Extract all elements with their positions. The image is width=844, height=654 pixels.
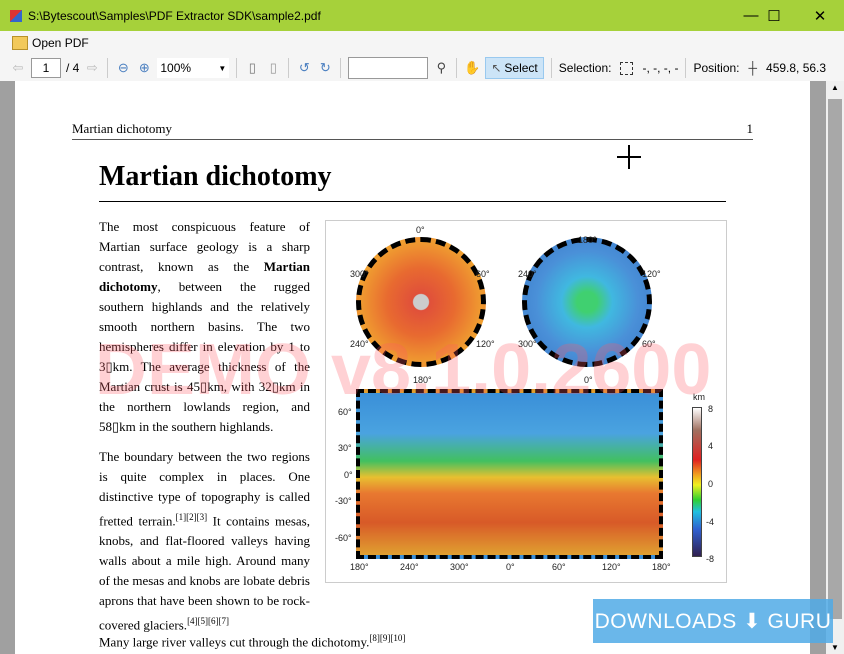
zoom-out-icon[interactable]: ⊖ bbox=[115, 60, 131, 76]
crosshair-icon: ┼ bbox=[748, 61, 758, 75]
paragraph: Many large river valleys cut through the… bbox=[99, 633, 405, 650]
single-page-icon[interactable]: ▯ bbox=[244, 60, 260, 76]
document-viewer[interactable]: Martian dichotomy 1 Martian dichotomy Th… bbox=[0, 81, 826, 654]
maximize-button[interactable]: ☐ bbox=[751, 0, 797, 31]
selection-rect-icon bbox=[620, 61, 634, 75]
latitude-label: -30° bbox=[335, 496, 352, 506]
separator bbox=[236, 58, 238, 78]
zoom-in-icon[interactable]: ⊕ bbox=[136, 60, 152, 76]
longitude-label: 300° bbox=[450, 562, 469, 572]
latitude-label: 60° bbox=[338, 407, 352, 417]
latitude-label: -60° bbox=[335, 533, 352, 543]
mars-topography-figure: 0° 60° 120° 180° 240° 300° 180° 120° 60°… bbox=[325, 220, 727, 583]
separator bbox=[288, 58, 290, 78]
position-value: 459.8, 56.3 bbox=[766, 61, 827, 75]
search-input[interactable] bbox=[348, 57, 429, 79]
next-page-icon[interactable]: ⇨ bbox=[84, 60, 100, 76]
scale-label: 8 bbox=[708, 404, 714, 414]
open-pdf-button[interactable]: Open PDF bbox=[32, 36, 89, 50]
downloads-guru-logo: DOWNLOADS ⬇ GURU bbox=[593, 599, 833, 643]
page-number-input[interactable]: 1 bbox=[31, 58, 61, 78]
app-icon bbox=[10, 9, 22, 22]
separator bbox=[685, 58, 687, 78]
separator bbox=[107, 58, 109, 78]
longitude-label: 180° bbox=[652, 562, 671, 572]
toolbar: ⇦ 1 / 4 ⇨ ⊖ ⊕ 100% ▼ ▯ ▯ ↺ ↻ ⚲ ✋ ↖ Select … bbox=[0, 55, 844, 81]
zoom-value: 100% bbox=[160, 61, 192, 75]
paragraph: The boundary between the two regions is … bbox=[99, 447, 310, 636]
page-number: 1 bbox=[746, 121, 754, 136]
longitude-label: 60° bbox=[552, 562, 566, 572]
scale-label: -8 bbox=[706, 554, 715, 564]
citation-link[interactable]: [8][9][10] bbox=[369, 633, 405, 643]
title-bar: S:\Bytescout\Samples\PDF Extractor SDK\s… bbox=[0, 0, 844, 31]
polar-label: 120° bbox=[642, 269, 661, 279]
window-title: S:\Bytescout\Samples\PDF Extractor SDK\s… bbox=[28, 8, 321, 23]
text: It contains mesas, knobs, and flat-floor… bbox=[99, 513, 310, 633]
latitude-label: 30° bbox=[338, 443, 352, 453]
separator bbox=[456, 58, 458, 78]
longitude-label: 0° bbox=[506, 562, 515, 572]
crosshair-cursor-icon bbox=[617, 145, 641, 169]
polar-label: 240° bbox=[350, 339, 369, 349]
citation-link[interactable]: [1][2][3] bbox=[176, 512, 207, 522]
paragraph: The most conspicuous feature of Martian … bbox=[99, 217, 310, 437]
previous-page-icon[interactable]: ⇦ bbox=[10, 60, 26, 76]
polar-label: 300° bbox=[350, 269, 369, 279]
binoculars-icon[interactable]: ⚲ bbox=[433, 60, 449, 76]
longitude-label: 240° bbox=[400, 562, 419, 572]
chevron-down-icon: ▼ bbox=[218, 63, 227, 73]
scroll-down-icon[interactable]: ▼ bbox=[831, 643, 839, 652]
select-label: Select bbox=[504, 61, 538, 75]
vertical-scrollbar[interactable]: ▲ ▼ bbox=[826, 81, 844, 654]
rotate-left-icon[interactable]: ↺ bbox=[296, 60, 312, 76]
polar-label: 0° bbox=[416, 225, 425, 235]
rotate-right-icon[interactable]: ↻ bbox=[317, 60, 333, 76]
selection-value: -, -, -, - bbox=[642, 61, 679, 75]
text: Many large river valleys cut through the… bbox=[99, 634, 370, 650]
polar-label: 180° bbox=[413, 375, 432, 385]
select-tool-button[interactable]: ↖ Select bbox=[485, 57, 544, 79]
pdf-page: Martian dichotomy 1 Martian dichotomy Th… bbox=[15, 81, 810, 654]
text: , between the rugged southern highlands … bbox=[99, 279, 310, 434]
global-topography-map bbox=[356, 389, 663, 559]
position-label: Position: bbox=[693, 61, 740, 75]
open-folder-icon bbox=[12, 36, 28, 50]
scale-unit: km bbox=[693, 392, 705, 402]
scale-label: 0 bbox=[708, 479, 714, 489]
north-polar-map bbox=[356, 237, 486, 367]
selection-label: Selection: bbox=[558, 61, 612, 75]
polar-label: 180° bbox=[578, 235, 597, 245]
elevation-color-scale bbox=[692, 407, 702, 557]
running-head-title: Martian dichotomy bbox=[72, 121, 173, 136]
page-total: / 4 bbox=[66, 61, 80, 75]
scrollbar-thumb[interactable] bbox=[828, 99, 842, 619]
longitude-label: 180° bbox=[350, 562, 369, 572]
polar-label: 120° bbox=[476, 339, 495, 349]
scale-label: 4 bbox=[708, 441, 714, 451]
cursor-arrow-icon: ↖ bbox=[491, 61, 502, 75]
scale-label: -4 bbox=[706, 517, 715, 527]
polar-label: 60° bbox=[642, 339, 656, 349]
continuous-page-icon[interactable]: ▯ bbox=[265, 60, 281, 76]
latitude-label: 0° bbox=[344, 470, 353, 480]
polar-label: 240° bbox=[518, 269, 537, 279]
hand-tool-icon[interactable]: ✋ bbox=[464, 60, 480, 76]
longitude-label: 120° bbox=[602, 562, 621, 572]
running-header: Martian dichotomy 1 bbox=[72, 121, 753, 140]
separator bbox=[550, 58, 552, 78]
polar-label: 0° bbox=[584, 375, 593, 385]
menu-bar: Open PDF bbox=[0, 31, 844, 55]
polar-label: 60° bbox=[476, 269, 490, 279]
text-column: The most conspicuous feature of Martian … bbox=[99, 217, 310, 646]
polar-label: 300° bbox=[518, 339, 537, 349]
separator bbox=[340, 58, 342, 78]
south-polar-map bbox=[522, 237, 652, 367]
scroll-up-icon[interactable]: ▲ bbox=[831, 83, 839, 92]
citation-link[interactable]: [4][5][6][7] bbox=[187, 616, 229, 626]
close-button[interactable]: ✕ bbox=[797, 0, 843, 31]
zoom-select[interactable]: 100% ▼ bbox=[157, 58, 230, 78]
